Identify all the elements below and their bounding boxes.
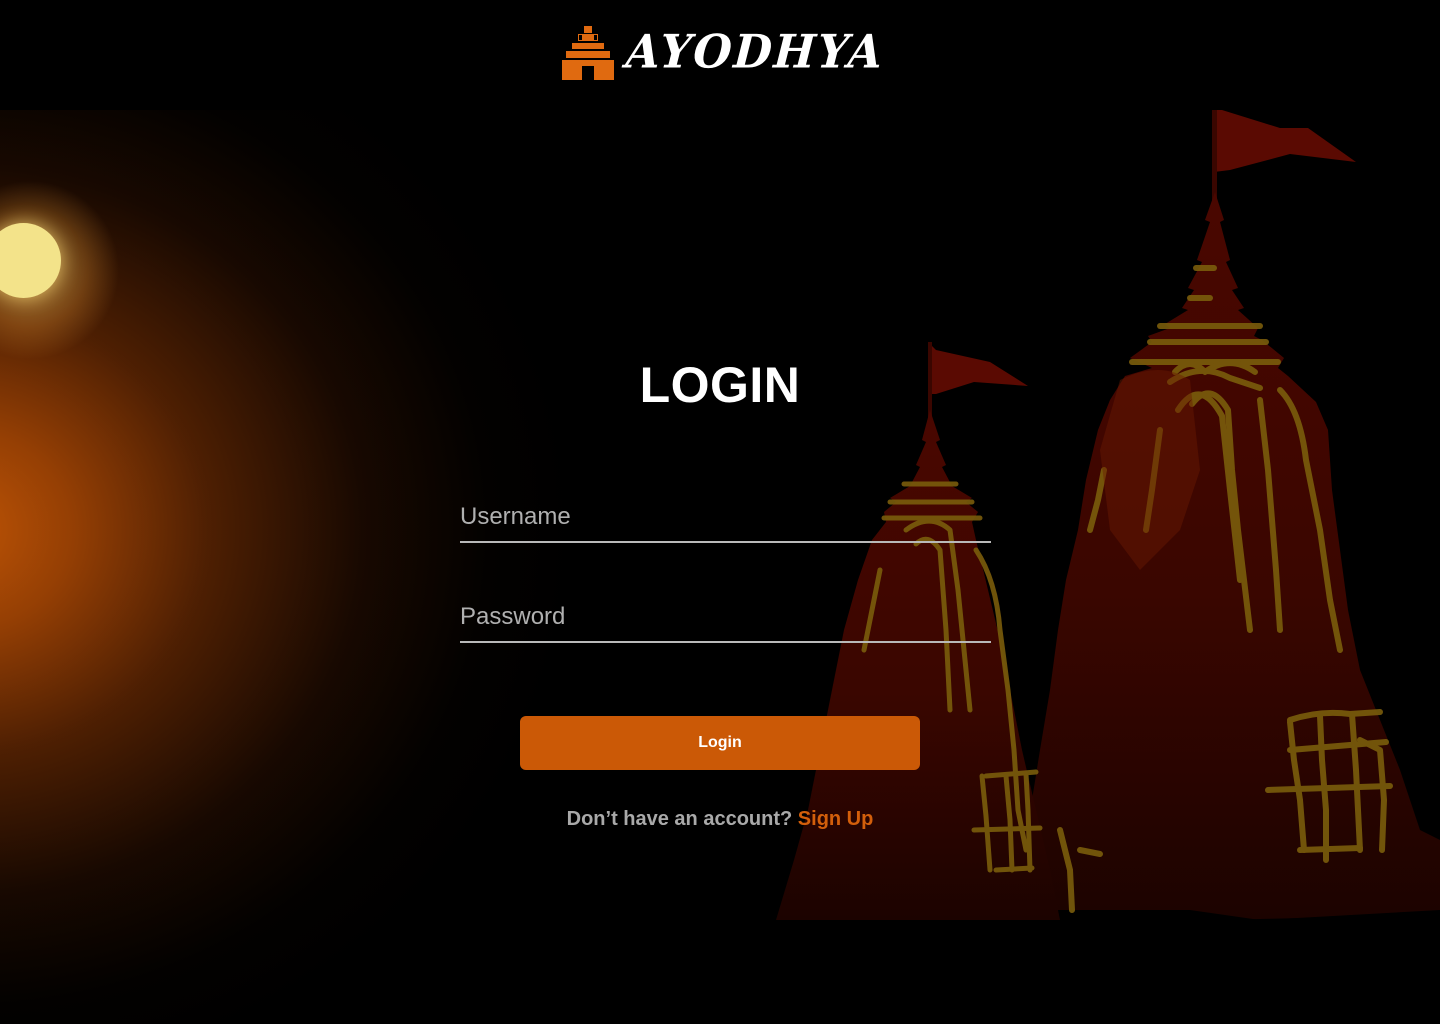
username-field xyxy=(460,497,991,543)
login-button[interactable]: Login xyxy=(520,716,920,770)
signup-link[interactable]: Sign Up xyxy=(798,808,874,830)
signup-prompt-text: Don’t have an account? xyxy=(566,808,793,830)
hero-background xyxy=(0,110,1440,1024)
password-input[interactable] xyxy=(460,597,991,637)
username-input[interactable] xyxy=(460,497,991,537)
signup-prompt: Don’t have an account? Sign Up xyxy=(0,808,1440,831)
brand-logo[interactable]: AYODHYA xyxy=(562,25,886,80)
temple-illustration xyxy=(760,110,1440,1024)
top-header: AYODHYA xyxy=(0,0,1440,110)
brand-name: AYODHYA xyxy=(624,25,886,80)
login-page: AYODHYA LOGIN Username Login Don’t have … xyxy=(0,0,1440,1024)
temple-icon xyxy=(562,26,614,80)
password-field xyxy=(460,597,991,643)
page-title: LOGIN xyxy=(639,356,801,413)
